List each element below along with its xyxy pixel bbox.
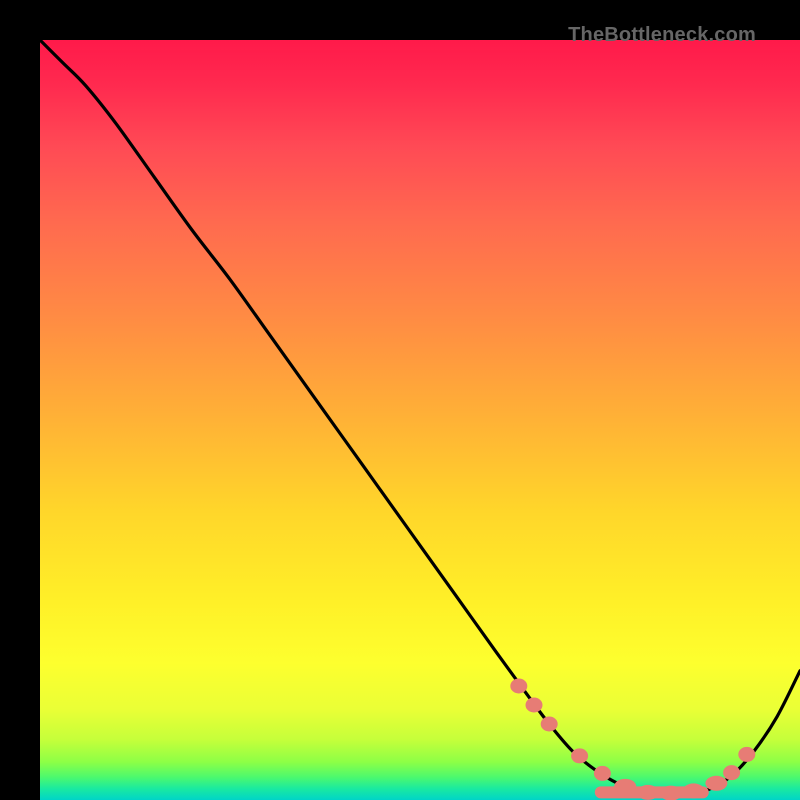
bead bbox=[637, 785, 659, 800]
plot-area bbox=[40, 40, 800, 800]
bead bbox=[738, 747, 755, 762]
bead bbox=[526, 698, 543, 713]
watermark-text: TheBottleneck.com bbox=[568, 24, 756, 47]
bead bbox=[683, 783, 705, 798]
bead bbox=[510, 679, 527, 694]
bead bbox=[594, 766, 611, 781]
bead bbox=[614, 779, 636, 794]
curve-beads bbox=[40, 40, 800, 800]
bead bbox=[571, 748, 588, 763]
bead bbox=[541, 717, 558, 732]
chart-frame: TheBottleneck.com bbox=[20, 20, 780, 780]
bead bbox=[660, 786, 682, 800]
bead bbox=[723, 765, 740, 780]
bead bbox=[705, 776, 727, 791]
